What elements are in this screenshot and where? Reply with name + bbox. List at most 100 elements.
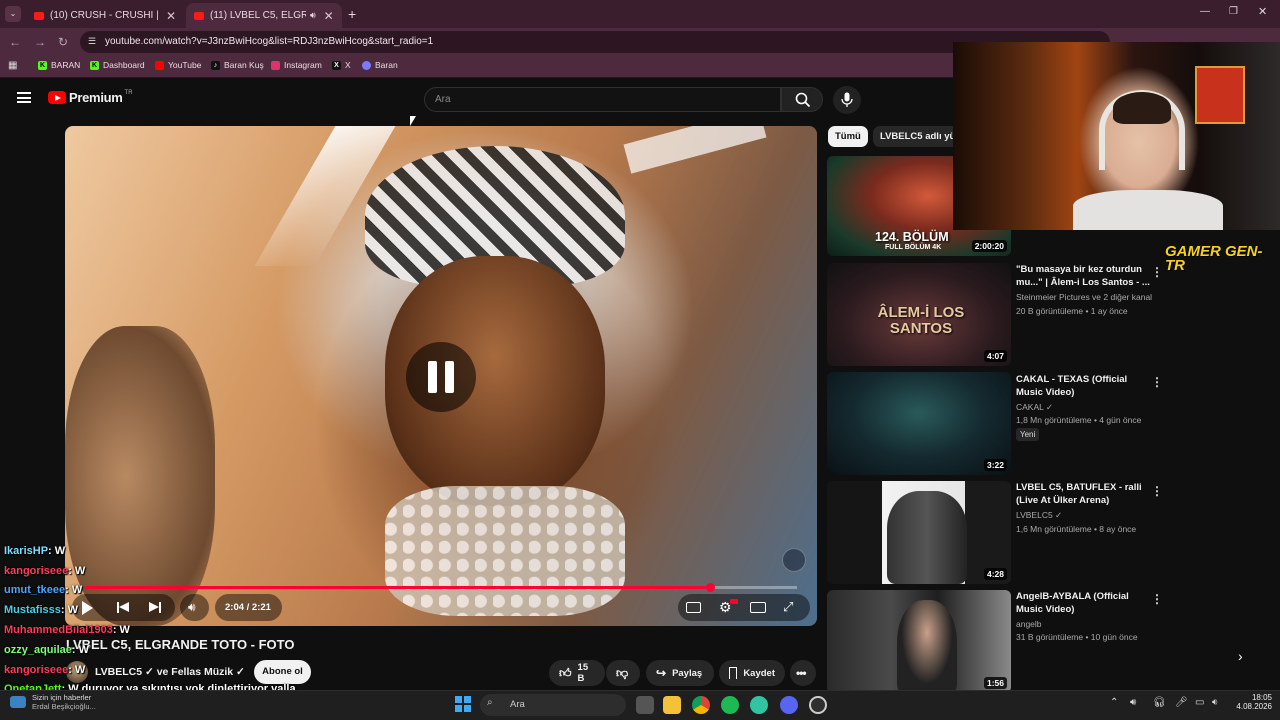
video-duration: 2:00:20 (971, 240, 1007, 252)
tray-network-icon[interactable]: ▭ (1195, 697, 1204, 708)
share-button[interactable]: ↪ Paylaş (646, 660, 714, 686)
bookmark-tiktok[interactable]: ♪ Baran Kuş (211, 60, 264, 70)
like-button[interactable]: 👍︎ 15 B (549, 660, 605, 686)
video-title: LVBEL C5, ELGRANDE TOTO - FOTO (66, 637, 295, 652)
chip-all[interactable]: Tümü (828, 126, 868, 147)
youtube-logo[interactable]: Premium TR (48, 90, 133, 105)
dislike-button[interactable]: 👎︎ (606, 660, 640, 686)
weather-icon (10, 696, 26, 708)
bookmark-youtube[interactable]: YouTube (155, 60, 201, 70)
site-info-icon[interactable]: ☰ (88, 36, 96, 47)
recommendation-channel[interactable]: angelb (1016, 619, 1042, 629)
next-icon[interactable] (149, 601, 162, 614)
taskbar-clock[interactable]: 18:05 4.08.2026 (1232, 693, 1272, 711)
task-view-icon[interactable] (636, 696, 654, 714)
more-vertical-icon[interactable]: ⋮ (1151, 375, 1163, 389)
new-tab-button[interactable]: + (348, 6, 356, 22)
restore-icon[interactable]: ❐ (1229, 6, 1238, 17)
more-vertical-icon[interactable]: ⋮ (1151, 265, 1163, 279)
bookmark-label: BARAN (51, 60, 81, 70)
chip-lvbelc5-uploads[interactable]: LVBELC5 adlı yük (873, 126, 953, 147)
chat-message: Mustafisss: W (4, 604, 78, 616)
recommendation-channel[interactable]: LVBELC5 ✓ (1016, 510, 1062, 521)
chat-user: IkarisHP (4, 545, 49, 557)
close-tab-icon[interactable]: ✕ (166, 9, 176, 23)
windows-start-icon[interactable] (455, 696, 471, 712)
pause-button-overlay[interactable] (406, 342, 476, 412)
recommendation-title[interactable]: AngelB-AYBALA (Official Music Video) (1016, 590, 1150, 616)
browser-tab-crush[interactable]: (10) CRUSH - CRUSHI | Official M ✕ (26, 3, 184, 28)
recommendation-thumbnail[interactable]: 3:22 (827, 372, 1011, 475)
browser-tab-lvbel[interactable]: (11) LVBEL C5, ELGRANDE TO 🔊︎ ✕ (186, 3, 342, 28)
recommendation-thumbnail[interactable]: ÂLEM-İ LOS SANTOS 4:07 (827, 263, 1011, 366)
file-explorer-icon[interactable] (663, 696, 681, 714)
discord-icon[interactable] (780, 696, 798, 714)
recommendation-thumbnail[interactable]: 1:56 (827, 590, 1011, 693)
pause-icon (428, 361, 437, 393)
bookmark-x[interactable]: XX (332, 60, 351, 70)
theater-mode-icon[interactable] (750, 602, 766, 613)
chrome-icon[interactable] (692, 696, 710, 714)
more-actions-button[interactable]: ••• (790, 660, 816, 686)
bookmark-instagram[interactable]: Instagram (271, 60, 322, 70)
tray-volume-icon[interactable]: 🔊︎ (1130, 697, 1136, 708)
close-window-icon[interactable]: ✕ (1258, 5, 1267, 18)
minimize-icon[interactable]: — (1200, 6, 1210, 17)
search-input[interactable]: Ara (424, 87, 781, 112)
subscribe-button[interactable]: Abone ol (254, 660, 311, 684)
chat-message: MuhammedBilal1903: W (4, 624, 130, 636)
spotify-icon[interactable] (721, 696, 739, 714)
tray-speaker-icon[interactable]: 🔉︎ (1212, 697, 1218, 708)
share-label: Paylaş (672, 667, 703, 679)
tray-chevron-icon[interactable]: ⌃ (1110, 697, 1118, 708)
chat-text: : W (68, 565, 86, 577)
branding-watermark-icon[interactable] (782, 548, 806, 572)
video-duration: 1:56 (983, 677, 1007, 689)
chevron-right-icon[interactable]: › (1238, 648, 1243, 664)
bookmark-label: Instagram (284, 60, 322, 70)
close-tab-icon[interactable]: ✕ (324, 9, 334, 23)
hamburger-menu-icon[interactable] (17, 92, 31, 103)
save-button[interactable]: Kaydet (719, 660, 785, 686)
fullscreen-icon[interactable]: ⤢ (783, 599, 793, 615)
tray-headset-icon[interactable]: 🎧︎ (1153, 697, 1166, 708)
streamlabs-icon[interactable] (750, 696, 768, 714)
more-vertical-icon[interactable]: ⋮ (1151, 592, 1163, 606)
voice-search-button[interactable] (833, 86, 861, 114)
chat-text: : W (60, 604, 78, 616)
tray-mic-icon[interactable]: 🎤︎ (1175, 697, 1188, 708)
previous-icon[interactable] (117, 601, 130, 614)
news-widget[interactable]: Sizin için haberler Erdal Beşikçioğlu... (10, 693, 96, 711)
bookmark-label: Baran Kuş (224, 60, 264, 70)
recommendation-title[interactable]: "Bu masaya bir kez oturdun mu..." | Âlem… (1016, 263, 1150, 289)
back-icon[interactable]: ← (9, 35, 21, 49)
tab-search-button[interactable]: ⌄ (5, 6, 21, 22)
microphone-icon (841, 92, 853, 107)
webcam-streamer-shirt (1073, 190, 1223, 230)
recommendation-channel[interactable]: Steinmeier Pictures ve 2 diğer kanal (1016, 292, 1152, 302)
play-icon[interactable] (82, 601, 93, 615)
recommendation-title[interactable]: LVBEL C5, BATUFLEX - ralli (Live At Ülke… (1016, 481, 1150, 507)
obs-icon[interactable] (809, 696, 827, 714)
bookmark-baran[interactable]: Baran (362, 60, 398, 70)
bookmark-baran-kick[interactable]: K BARAN (38, 60, 80, 70)
bookmark-dashboard[interactable]: K Dashboard (90, 60, 145, 70)
reload-icon[interactable]: ↻ (58, 35, 68, 49)
recommendation-thumbnail[interactable]: 4:28 (827, 481, 1011, 584)
thumbnail-headline: ÂLEM-İ LOS SANTOS (877, 304, 965, 337)
youtube-favicon-icon (194, 11, 204, 20)
speaker-icon[interactable]: 🔊︎ (310, 10, 316, 21)
subtitles-icon[interactable] (686, 602, 701, 613)
watermark-logo: GAMER GEN-TR (1165, 243, 1263, 274)
chat-user: kangoriseee (4, 565, 69, 577)
chat-text: : W (68, 664, 86, 676)
recommendation-title[interactable]: CAKAL - TEXAS (Official Music Video) (1016, 373, 1150, 399)
chat-message: IkarisHP: W (4, 545, 65, 557)
search-button[interactable] (781, 87, 823, 112)
taskbar-search[interactable]: Ara (480, 694, 626, 716)
more-vertical-icon[interactable]: ⋮ (1151, 484, 1163, 498)
forward-icon[interactable]: → (34, 35, 46, 49)
apps-grid-icon[interactable]: ▦ (8, 60, 17, 71)
channel-name[interactable]: LVBELC5 ✓ ve Fellas Müzik ✓ (95, 666, 245, 678)
recommendation-channel[interactable]: CAKAL ✓ (1016, 402, 1053, 413)
